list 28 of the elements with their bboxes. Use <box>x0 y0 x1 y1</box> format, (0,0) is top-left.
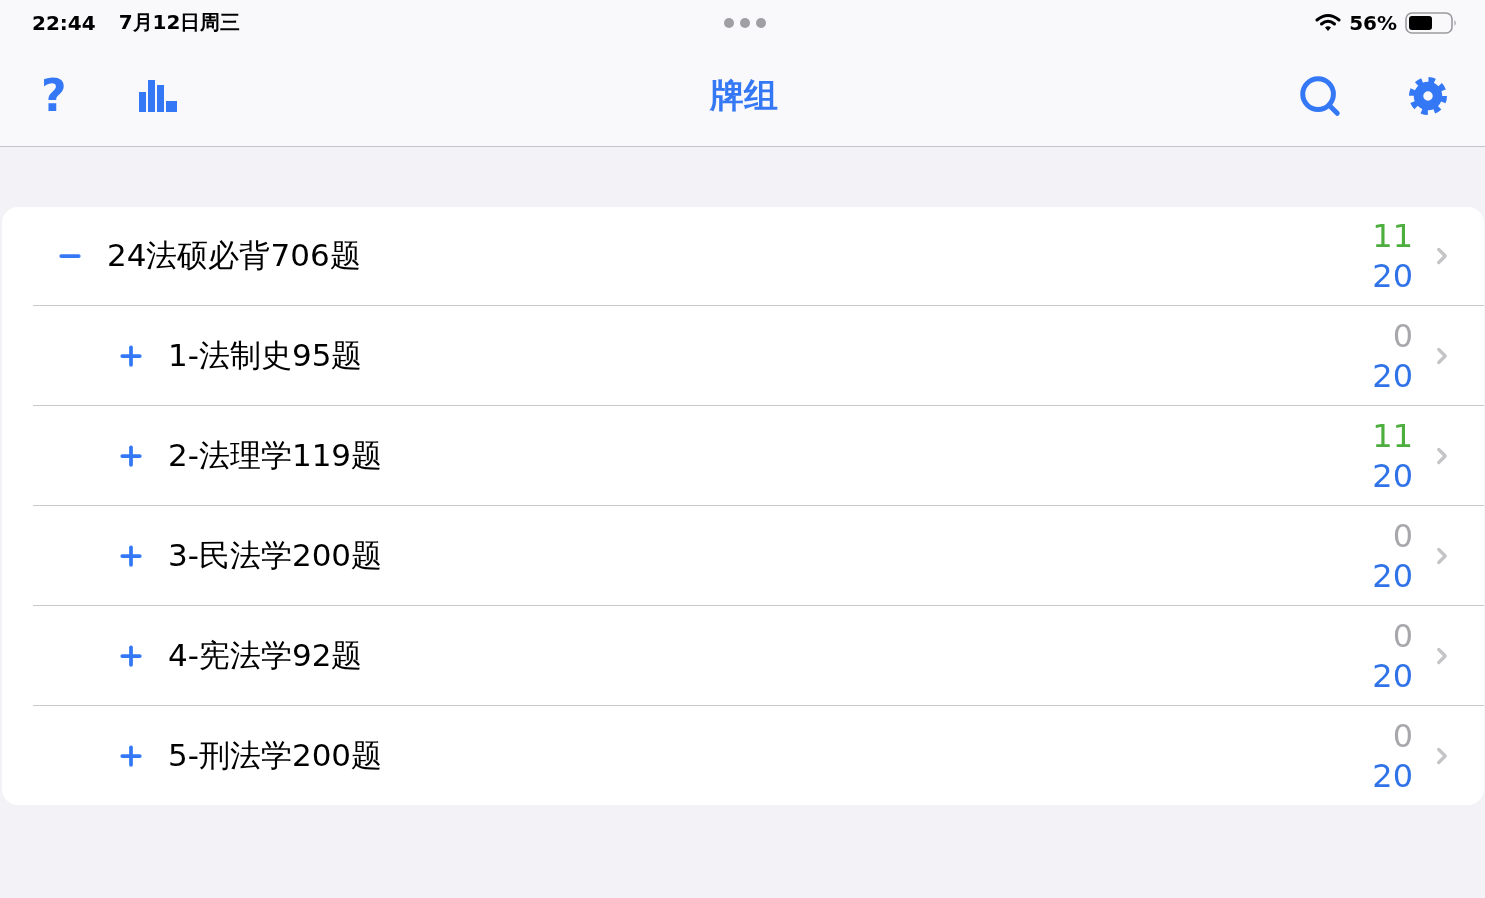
battery-percent: 56% <box>1349 10 1397 35</box>
deck-count: 11 <box>1372 415 1413 456</box>
battery-icon <box>1405 11 1457 34</box>
deck-title[interactable]: 2-法理学119题 <box>168 434 383 477</box>
deck-title[interactable]: 5-刑法学200题 <box>168 734 383 777</box>
help-button[interactable]: ? <box>41 73 67 118</box>
deck-count: 20 <box>1372 755 1413 796</box>
deck-count: 20 <box>1372 256 1413 296</box>
deck-count: 20 <box>1372 355 1413 396</box>
deck-title[interactable]: 4-宪法学92题 <box>168 634 363 677</box>
deck-count: 11 <box>1372 216 1413 256</box>
settings-icon[interactable] <box>1409 76 1447 115</box>
deck-count: 0 <box>1392 515 1413 556</box>
status-time: 22:44 <box>32 10 96 35</box>
deck-count: 0 <box>1392 315 1413 356</box>
wifi-icon <box>1315 13 1342 32</box>
deck-count: 20 <box>1372 455 1413 496</box>
deck-count: 0 <box>1392 615 1413 656</box>
deck-count: 20 <box>1372 555 1413 596</box>
deck-title[interactable]: 1-法制史95题 <box>168 334 363 377</box>
deck-title[interactable]: 24法硕必背706题 <box>107 235 361 277</box>
deck-count: 0 <box>1392 715 1413 756</box>
deck-count: 20 <box>1372 655 1413 696</box>
status-date: 7月12日周三 <box>118 9 241 36</box>
nav-title: 牌组 <box>710 73 778 117</box>
bar-chart-icon[interactable] <box>138 79 177 112</box>
more-dots-icon[interactable] <box>723 17 766 28</box>
deck-title[interactable]: 3-民法学200题 <box>168 534 383 577</box>
